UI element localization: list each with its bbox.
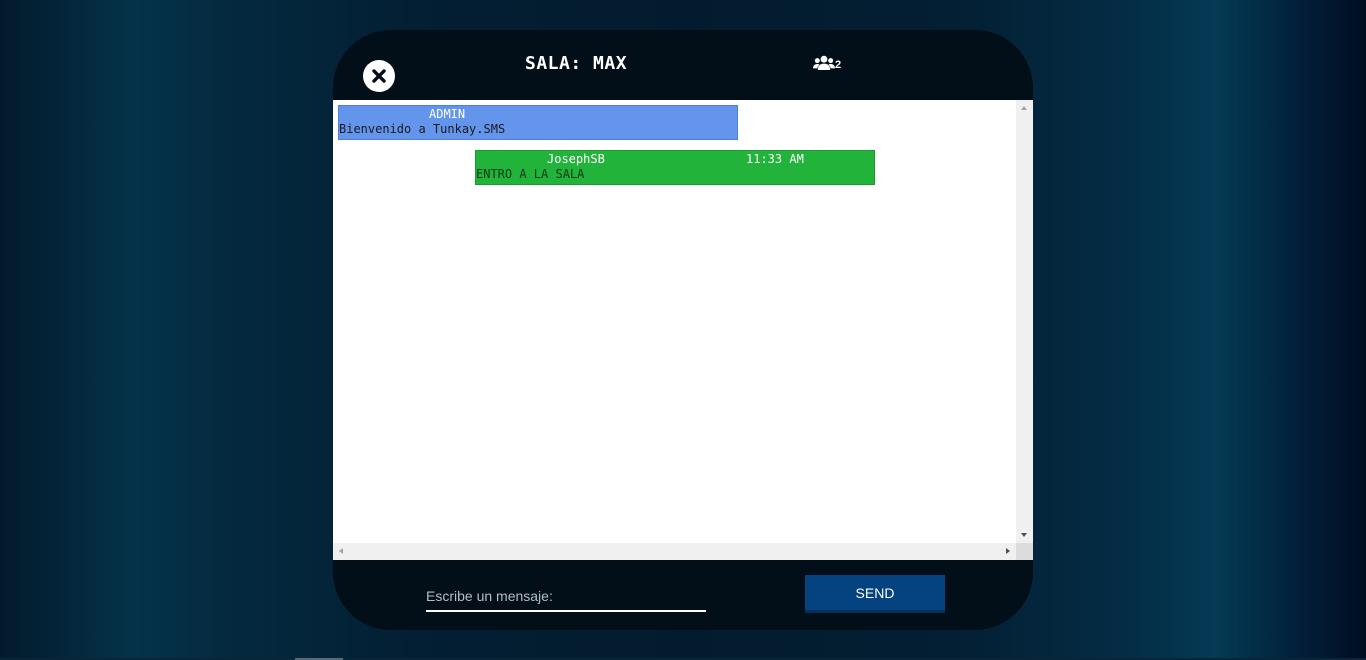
scroll-left-arrow-icon[interactable]: [339, 548, 343, 554]
message-item: ADMIN Bienvenido a Tunkay.SMS: [338, 105, 738, 140]
scroll-up-arrow-icon[interactable]: [1021, 106, 1027, 110]
users-indicator[interactable]: 2: [813, 55, 841, 71]
message-sender: JosephSB: [547, 152, 605, 166]
chat-messages-panel[interactable]: ADMIN Bienvenido a Tunkay.SMS JosephSB 1…: [333, 100, 1033, 560]
scrollbar-corner: [1016, 543, 1033, 560]
close-button[interactable]: [363, 60, 395, 92]
user-count: 2: [835, 58, 842, 71]
chat-header: SALA: MAX 2: [333, 30, 1033, 100]
chat-messages-list: ADMIN Bienvenido a Tunkay.SMS JosephSB 1…: [333, 100, 1016, 543]
message-item: JosephSB 11:33 AM ENTRO A LA SALA: [475, 150, 875, 185]
message-text: Bienvenido a Tunkay.SMS: [339, 122, 506, 136]
send-button[interactable]: SEND: [805, 575, 945, 613]
close-icon: [372, 69, 386, 83]
chat-window: SALA: MAX 2 ADMIN Bienvenido a Tunkay.SM…: [333, 30, 1033, 630]
message-sender: ADMIN: [429, 107, 466, 121]
users-icon: [813, 55, 835, 70]
message-time: 11:33 AM: [746, 152, 804, 166]
message-text: ENTRO A LA SALA: [476, 167, 585, 181]
room-title: SALA: MAX: [525, 53, 628, 74]
vertical-scrollbar[interactable]: [1016, 100, 1033, 543]
scroll-down-arrow-icon[interactable]: [1021, 533, 1027, 537]
horizontal-scrollbar[interactable]: [333, 543, 1016, 560]
scroll-right-arrow-icon[interactable]: [1006, 548, 1010, 554]
message-input[interactable]: [426, 582, 706, 612]
message-composer: SEND: [333, 560, 1033, 630]
